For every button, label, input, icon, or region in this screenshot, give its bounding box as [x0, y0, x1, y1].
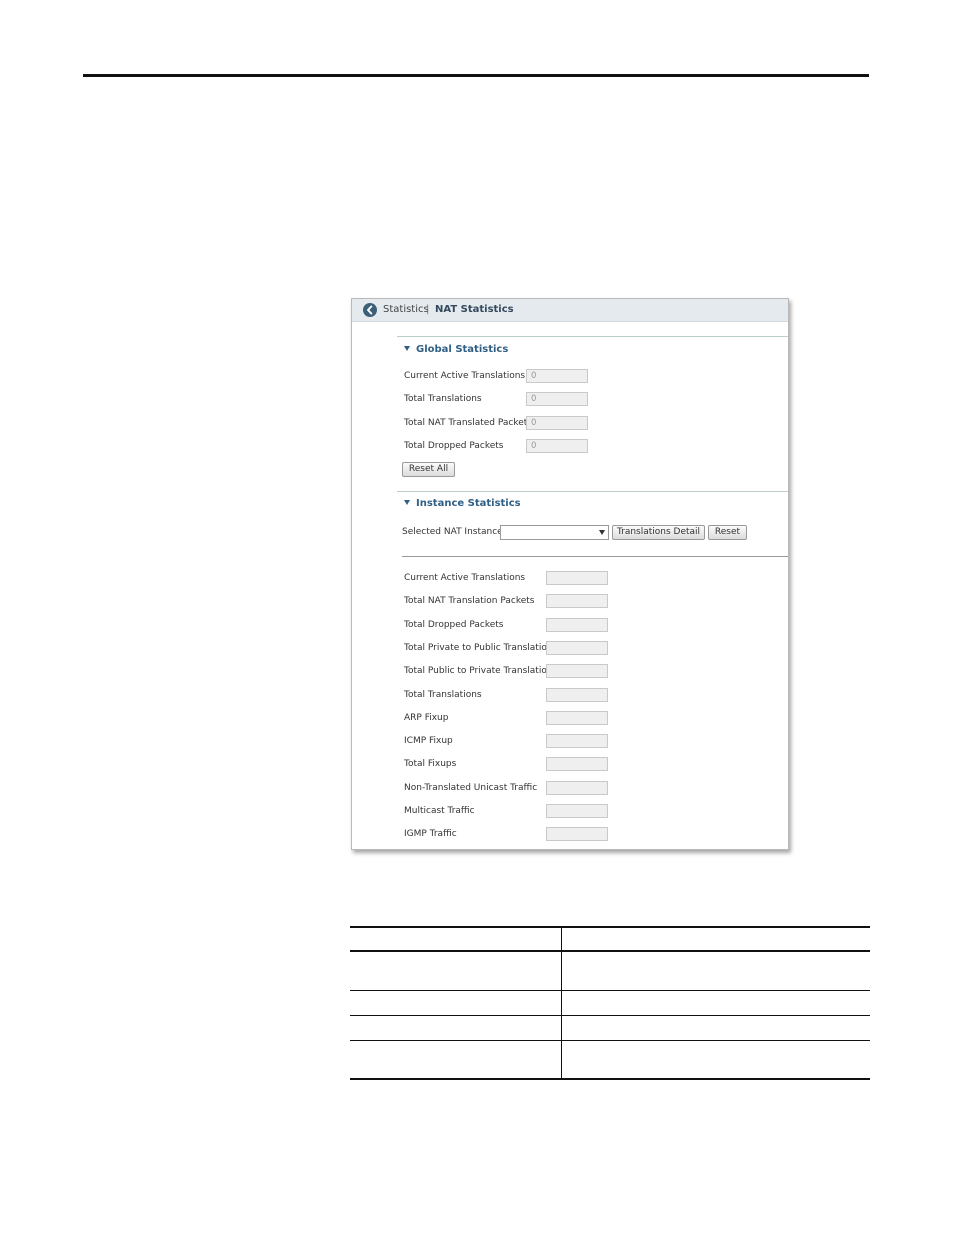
- triangle-down-icon: [404, 500, 410, 505]
- stat-label: ARP Fixup: [404, 712, 449, 723]
- stat-label: Total Fixups: [404, 759, 457, 770]
- instance-divider: [402, 556, 788, 557]
- table-bottom-rule: [350, 1078, 870, 1080]
- nat-instance-select[interactable]: [500, 525, 609, 540]
- stat-value-field: [546, 780, 608, 795]
- section-divider: [397, 336, 788, 337]
- table-header-rule: [350, 950, 870, 952]
- section-divider: [397, 491, 788, 492]
- stat-label: Total Private to Public Translations: [404, 642, 558, 653]
- global-statistics-title: Global Statistics: [416, 344, 509, 355]
- stat-value-field: 0: [526, 415, 588, 430]
- stat-label: ICMP Fixup: [404, 736, 453, 747]
- chevron-left-circle-icon[interactable]: [363, 303, 377, 317]
- selected-nat-instance-label: Selected NAT Instance:: [402, 527, 506, 537]
- page-title: NAT Statistics: [435, 304, 514, 315]
- stat-label: Non-Translated Unicast Traffic: [404, 782, 538, 793]
- stat-label: Total NAT Translation Packets: [404, 596, 535, 607]
- stat-value-field: [546, 734, 608, 749]
- reset-button[interactable]: Reset: [708, 525, 747, 540]
- stat-value-field: 0: [526, 392, 588, 407]
- stat-label: Total NAT Translated Packets: [404, 417, 532, 428]
- instance-statistics-toggle[interactable]: Instance Statistics: [404, 498, 521, 510]
- breadcrumb-statistics-link[interactable]: Statistics: [383, 304, 429, 316]
- stat-value-field: [546, 640, 608, 655]
- stat-label: IGMP Traffic: [404, 829, 457, 840]
- translations-detail-button[interactable]: Translations Detail: [612, 525, 705, 540]
- stat-label: Total Public to Private Translations: [404, 666, 558, 677]
- nat-statistics-panel: Statistics | NAT Statistics Global Stati…: [351, 298, 789, 850]
- stat-value-field: [546, 664, 608, 679]
- page-top-rule: [83, 74, 869, 77]
- instance-statistics-title: Instance Statistics: [416, 498, 521, 509]
- stat-label: Total Dropped Packets: [404, 619, 504, 630]
- stat-value-field: [546, 804, 608, 818]
- stat-label: Total Translations: [404, 394, 482, 405]
- table-top-rule: [350, 926, 870, 928]
- global-statistics-toggle[interactable]: Global Statistics: [404, 344, 508, 356]
- breadcrumb-separator: |: [426, 304, 430, 315]
- stat-value-field: 0: [526, 438, 588, 453]
- stat-label: Current Active Translations: [404, 371, 526, 381]
- table-row-rule: [350, 990, 870, 991]
- stat-value-field: [546, 687, 608, 702]
- stat-value-field: 0: [526, 369, 588, 383]
- stat-value-field: [546, 571, 608, 585]
- table-row-rule: [350, 1040, 870, 1041]
- table-row-rule: [350, 1015, 870, 1016]
- stat-label: Multicast Traffic: [404, 806, 475, 816]
- nat-instance-select-value: [501, 534, 504, 544]
- stat-value-field: [546, 710, 608, 725]
- stat-value-field: [546, 827, 608, 842]
- panel-header: Statistics | NAT Statistics: [352, 299, 788, 322]
- dropdown-arrow-icon: [599, 530, 605, 535]
- stat-value-field: [546, 617, 608, 632]
- stat-label: Current Active Translations: [404, 573, 526, 583]
- stat-label: Total Translations: [404, 689, 482, 700]
- triangle-down-icon: [404, 346, 410, 351]
- stat-value-field: [546, 594, 608, 609]
- stat-label: Total Dropped Packets: [404, 440, 504, 451]
- table-column-divider: [561, 928, 562, 1078]
- reset-all-button[interactable]: Reset All: [402, 462, 455, 477]
- stat-value-field: [546, 757, 608, 772]
